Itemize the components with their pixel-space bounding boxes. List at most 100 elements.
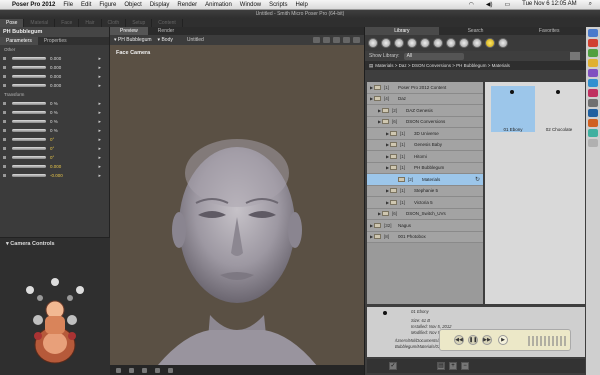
menu-figure[interactable]: Figure: [95, 2, 120, 8]
forward-icon[interactable]: ▶▶: [482, 335, 492, 345]
nav-icon[interactable]: [168, 367, 173, 373]
viewport-tool-icon[interactable]: [323, 37, 330, 43]
add-to-library-button[interactable]: +: [449, 362, 457, 370]
remove-from-library-button[interactable]: −: [461, 362, 469, 370]
group-transform-label[interactable]: Transform: [0, 90, 109, 99]
category-hands-icon[interactable]: [420, 38, 430, 48]
show-library-select[interactable]: All: [403, 52, 464, 60]
tree-row[interactable]: ▶ [6] DSON Conversions: [367, 116, 483, 128]
dial-knob[interactable]: [12, 57, 46, 60]
tree-row[interactable]: ▶ [1] Victoria 5: [367, 197, 483, 209]
dial-knob[interactable]: [12, 111, 46, 114]
param-dial[interactable]: 0° ▸: [0, 153, 109, 162]
dial-knob[interactable]: [12, 102, 46, 105]
group-other-label[interactable]: Other: [0, 45, 109, 54]
category-collections-icon[interactable]: [498, 38, 508, 48]
param-arrow-icon[interactable]: ▸: [98, 173, 101, 179]
tab-properties[interactable]: Properties: [38, 37, 73, 45]
param-dial[interactable]: 0 % ▸: [0, 108, 109, 117]
tree-row[interactable]: ▶ [2] DAZ Genesis: [367, 105, 483, 117]
param-arrow-icon[interactable]: ▸: [98, 110, 101, 116]
param-arrow-icon[interactable]: ▸: [98, 119, 101, 125]
volume-icon[interactable]: ◀): [482, 1, 497, 8]
tree-row[interactable]: ▶ [1] Genesis Baby: [367, 139, 483, 151]
dial-knob[interactable]: [12, 138, 46, 141]
param-value[interactable]: 0.000: [50, 74, 61, 79]
tab-content[interactable]: Content: [152, 19, 183, 27]
param-dial[interactable]: 0.000 ▸: [0, 54, 109, 63]
figure-head-render[interactable]: [110, 45, 364, 365]
param-value[interactable]: 0°: [50, 155, 54, 160]
play-icon[interactable]: ▶: [498, 335, 508, 345]
param-value[interactable]: 0°: [50, 146, 54, 151]
param-arrow-icon[interactable]: ▸: [98, 83, 101, 89]
camera-controls-title[interactable]: ▾ Camera Controls: [0, 238, 110, 250]
library-menu-icon[interactable]: [570, 52, 580, 60]
menu-scripts[interactable]: Scripts: [265, 2, 291, 8]
dial-knob[interactable]: [12, 156, 46, 159]
dial-knob[interactable]: [12, 129, 46, 132]
nav-icon[interactable]: [155, 367, 160, 373]
thumbnail-01-ebony[interactable]: 01 Ebony: [491, 86, 535, 132]
viewport-tool-icon[interactable]: [353, 37, 360, 43]
param-value[interactable]: 0.000: [50, 56, 61, 61]
dock-app-icon[interactable]: [588, 49, 598, 57]
dock-app-icon[interactable]: [588, 89, 598, 97]
category-hair-icon[interactable]: [407, 38, 417, 48]
dock-app-icon[interactable]: [588, 39, 598, 47]
category-expressions-icon[interactable]: [394, 38, 404, 48]
tab-render[interactable]: Render: [148, 27, 184, 35]
param-arrow-icon[interactable]: ▸: [98, 146, 101, 152]
dial-knob[interactable]: [12, 165, 46, 168]
param-dial[interactable]: 0.000 ▸: [0, 81, 109, 90]
param-value[interactable]: 0.000: [50, 65, 61, 70]
battery-icon[interactable]: ▭: [500, 1, 514, 8]
param-value[interactable]: 0 %: [50, 101, 58, 106]
nav-icon[interactable]: [142, 367, 147, 373]
param-dial[interactable]: 0 % ▸: [0, 99, 109, 108]
dock-app-icon[interactable]: [588, 119, 598, 127]
dial-knob[interactable]: [12, 66, 46, 69]
camera-control-widget[interactable]: [0, 250, 110, 370]
dial-knob[interactable]: [12, 84, 46, 87]
dock-app-icon[interactable]: [588, 59, 598, 67]
param-value[interactable]: 0 %: [50, 119, 58, 124]
tab-search[interactable]: Search: [439, 27, 513, 35]
category-cameras-icon[interactable]: [459, 38, 469, 48]
dock-app-icon[interactable]: [588, 109, 598, 117]
param-value[interactable]: 0°: [50, 137, 54, 142]
param-dial[interactable]: -0.000 ▸: [0, 171, 109, 180]
tree-row[interactable]: ▶ [1] Poser Pro 2012 Content: [367, 82, 483, 94]
tree-row[interactable]: ▶ [6] DSON_Switch_UVs: [367, 208, 483, 220]
tab-face[interactable]: Face: [55, 19, 80, 27]
library-breadcrumb[interactable]: ▤ Materials > Daz > DSON Conversions > P…: [365, 61, 586, 70]
param-arrow-icon[interactable]: ▸: [98, 56, 101, 62]
tree-row[interactable]: ▶ [1] PH Bubblegum: [367, 162, 483, 174]
dock-app-icon[interactable]: [588, 99, 598, 107]
rewind-icon[interactable]: ◀◀: [454, 335, 464, 345]
param-arrow-icon[interactable]: ▸: [98, 155, 101, 161]
menu-display[interactable]: Display: [146, 2, 174, 8]
menu-edit[interactable]: Edit: [77, 2, 95, 8]
menu-render[interactable]: Render: [173, 2, 201, 8]
nav-icon[interactable]: [116, 367, 121, 373]
param-dial[interactable]: 0° ▸: [0, 135, 109, 144]
param-dial[interactable]: 0 % ▸: [0, 117, 109, 126]
actor-select[interactable]: ▾ Body: [158, 37, 173, 43]
param-arrow-icon[interactable]: ▸: [98, 164, 101, 170]
wifi-icon[interactable]: ◠: [465, 1, 478, 8]
param-arrow-icon[interactable]: ▸: [98, 65, 101, 71]
category-lights-icon[interactable]: [446, 38, 456, 48]
tree-row[interactable]: ▶ [8] 001 Photobox: [367, 231, 483, 243]
dock-app-icon[interactable]: [588, 79, 598, 87]
figure-name[interactable]: PH Bubblegum: [0, 27, 109, 37]
param-dial[interactable]: 0.000 ▸: [0, 63, 109, 72]
viewport-tool-icon[interactable]: [343, 37, 350, 43]
param-value[interactable]: -0.000: [50, 173, 63, 178]
viewport-tool-icon[interactable]: [333, 37, 340, 43]
category-figures-icon[interactable]: [368, 38, 378, 48]
tree-row[interactable]: ▶ [32] Nagus: [367, 220, 483, 232]
dial-knob[interactable]: [12, 120, 46, 123]
tab-material[interactable]: Material: [24, 19, 56, 27]
tab-library[interactable]: Library: [365, 27, 439, 35]
